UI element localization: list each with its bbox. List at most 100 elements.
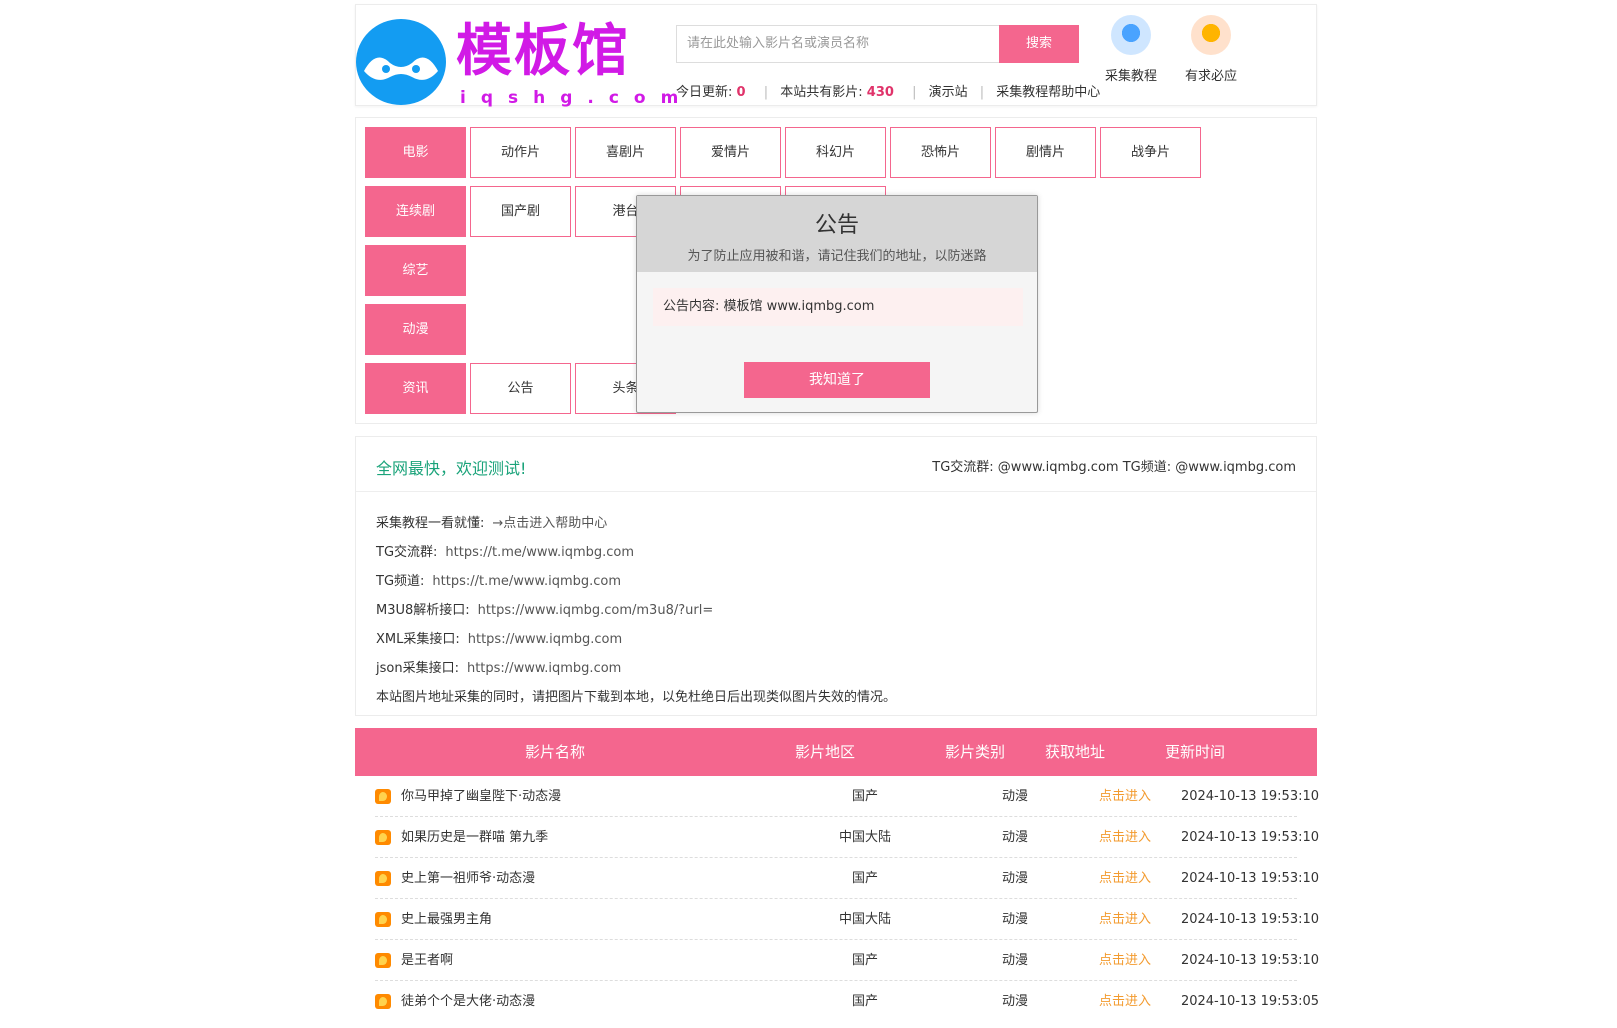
request-label: 有求必应 <box>1184 69 1237 84</box>
movie-type: 动漫 <box>1001 994 1028 1009</box>
notice-lines: 采集教程一看就懂: →点击进入帮助中心 TG交流群: https://t.me/ww… <box>376 509 896 712</box>
movie-type: 动漫 <box>1001 871 1028 886</box>
nav-item-romance[interactable]: 爱情片 <box>680 127 781 178</box>
movie-type: 动漫 <box>1001 912 1028 927</box>
update-time: 2024-10-13 19:53:10 <box>1180 871 1320 886</box>
movie-name-link[interactable]: 是王者啊 <box>401 940 453 981</box>
column-header-time: 更新时间 <box>1164 743 1225 761</box>
hot-icon <box>375 871 391 886</box>
notice-label: json采集接口: <box>376 661 459 676</box>
movie-type: 动漫 <box>1001 953 1028 968</box>
modal-title: 公告 <box>814 213 859 238</box>
notice-label: TG交流群: <box>376 545 438 560</box>
help-center-link[interactable]: →点击进入帮助中心 <box>492 516 607 531</box>
column-header-name: 影片名称 <box>524 743 585 761</box>
movie-area: 中国大陆 <box>838 912 891 927</box>
lightbulb-icon <box>1111 15 1151 55</box>
nav-category-series[interactable]: 连续剧 <box>365 186 466 237</box>
demo-site-link[interactable]: 演示站 <box>929 85 968 100</box>
nav-item-action[interactable]: 动作片 <box>470 127 571 178</box>
notice-line: json采集接口: https://www.iqmbg.com <box>376 654 896 683</box>
search-input[interactable]: 请在此处输入影片名或演员名称 <box>676 25 999 63</box>
update-time: 2024-10-13 19:53:10 <box>1180 830 1320 845</box>
table-row: 如果历史是一群喵 第九季 中国大陆 动漫 点击进入 2024-10-13 19:… <box>375 817 1319 858</box>
divider: | <box>912 85 917 100</box>
today-update-label: 今日更新: <box>676 85 733 100</box>
logo-mascot-icon <box>356 19 446 105</box>
nav-category-anime[interactable]: 动漫 <box>365 304 466 355</box>
column-header-link: 获取地址 <box>1044 743 1105 761</box>
request-link[interactable]: 有求必应 <box>1176 15 1246 84</box>
modal-subtitle: 为了防止应用被和谐，请记住我们的地址，以防迷路 <box>687 249 987 264</box>
acknowledge-button[interactable]: 我知道了 <box>744 362 930 398</box>
movie-name-link[interactable]: 如果历史是一群喵 第九季 <box>401 817 548 858</box>
movie-area: 国产 <box>851 789 878 804</box>
table-row: 你马甲掉了幽皇陛下·动态漫 国产 动漫 点击进入 2024-10-13 19:5… <box>375 776 1319 817</box>
update-time: 2024-10-13 19:53:10 <box>1180 912 1320 927</box>
movie-name-link[interactable]: 徒弟个个是大佬·动态漫 <box>401 981 535 1022</box>
update-time: 2024-10-13 19:53:10 <box>1180 953 1320 968</box>
notice-label: 本站图片地址采集的同时，请把图片下载到本地，以免杜绝日后出现类似图片失效的情况。 <box>376 690 897 705</box>
chat-bubble-icon <box>1191 15 1231 55</box>
movie-table: 影片名称 影片地区 影片类别 获取地址 更新时间 你马甲掉了幽皇陛下·动态漫 国… <box>355 728 1319 1028</box>
notice-value: https://www.iqmbg.com/m3u8/?url= <box>477 603 714 618</box>
notice-line: TG交流群: https://t.me/www.iqmbg.com <box>376 538 896 567</box>
notice-value: https://www.iqmbg.com <box>466 661 622 676</box>
nav-item-announcement[interactable]: 公告 <box>470 363 571 414</box>
search-button[interactable]: 搜索 <box>999 25 1079 63</box>
movie-type: 动漫 <box>1001 830 1028 845</box>
nav-item-comedy[interactable]: 喜剧片 <box>575 127 676 178</box>
site-logo[interactable]: 模板馆 iqshg.com <box>356 19 678 109</box>
nav-item-war[interactable]: 战争片 <box>1100 127 1201 178</box>
today-update-count: 0 <box>736 85 746 100</box>
movie-name-link[interactable]: 你马甲掉了幽皇陛下·动态漫 <box>401 776 561 817</box>
tutorial-link[interactable]: 采集教程 <box>1096 15 1166 84</box>
notice-value: https://t.me/www.iqmbg.com <box>445 545 635 560</box>
movie-name-link[interactable]: 史上最强男主角 <box>401 899 492 940</box>
total-movies-count: 430 <box>866 85 894 100</box>
notice-label: M3U8解析接口: <box>376 603 470 618</box>
table-row: 是王者啊 国产 动漫 点击进入 2024-10-13 19:53:10 <box>375 940 1319 981</box>
update-time: 2024-10-13 19:53:10 <box>1180 789 1320 804</box>
notice-line: TG频道: https://t.me/www.iqmbg.com <box>376 567 896 596</box>
tutorial-label: 采集教程 <box>1104 69 1157 84</box>
table-row: 史上第一祖师爷·动态漫 国产 动漫 点击进入 2024-10-13 19:53:… <box>375 858 1319 899</box>
notice-tg-info: TG交流群: @www.iqmbg.com TG频道: @www.iqmbg.c… <box>932 460 1296 475</box>
movie-area: 国产 <box>851 994 878 1009</box>
divider: | <box>763 85 769 100</box>
notice-panel: 全网最快，欢迎测试! TG交流群: @www.iqmbg.com TG频道: @… <box>355 436 1317 716</box>
hot-icon <box>375 912 391 927</box>
modal-header: 公告 为了防止应用被和谐，请记住我们的地址，以防迷路 <box>637 196 1037 272</box>
notice-label: XML采集接口: <box>376 632 460 647</box>
movie-area: 中国大陆 <box>838 830 891 845</box>
notice-value: https://www.iqmbg.com <box>467 632 623 647</box>
table-row: 史上最强男主角 中国大陆 动漫 点击进入 2024-10-13 19:53:10 <box>375 899 1319 940</box>
hot-icon <box>375 789 391 804</box>
hot-icon <box>375 994 391 1009</box>
nav-item-drama[interactable]: 剧情片 <box>995 127 1096 178</box>
hot-icon <box>375 953 391 968</box>
movie-area: 国产 <box>851 871 878 886</box>
notice-value: https://t.me/www.iqmbg.com <box>432 574 622 589</box>
notice-label: TG频道: <box>376 574 425 589</box>
notice-header: 全网最快，欢迎测试! TG交流群: @www.iqmbg.com TG频道: @… <box>356 437 1316 492</box>
announcement-modal: 公告 为了防止应用被和谐，请记住我们的地址，以防迷路 公告内容: 模板馆 www… <box>636 195 1038 413</box>
nav-category-variety[interactable]: 综艺 <box>365 245 466 296</box>
notice-line: 本站图片地址采集的同时，请把图片下载到本地，以免杜绝日后出现类似图片失效的情况。 <box>376 683 896 712</box>
nav-item-horror[interactable]: 恐怖片 <box>890 127 991 178</box>
notice-line: XML采集接口: https://www.iqmbg.com <box>376 625 896 654</box>
nav-category-movie[interactable]: 电影 <box>365 127 466 178</box>
nav-item-scifi[interactable]: 科幻片 <box>785 127 886 178</box>
notice-line: M3U8解析接口: https://www.iqmbg.com/m3u8/?url… <box>376 596 896 625</box>
column-header-area: 影片地区 <box>794 743 855 761</box>
notice-line: 采集教程一看就懂: →点击进入帮助中心 <box>376 509 896 538</box>
notice-title: 全网最快，欢迎测试! <box>376 459 527 478</box>
logo-text: 模板馆 <box>456 19 630 84</box>
movie-name-link[interactable]: 史上第一祖师爷·动态漫 <box>401 858 535 899</box>
column-header-type: 影片类别 <box>944 743 1005 761</box>
help-center-link[interactable]: 采集教程帮助中心 <box>996 85 1100 100</box>
nav-category-news[interactable]: 资讯 <box>365 363 466 414</box>
nav-item-domestic[interactable]: 国产剧 <box>470 186 571 237</box>
notice-label: 采集教程一看就懂: <box>376 516 485 531</box>
table-header: 影片名称 影片地区 影片类别 获取地址 更新时间 <box>355 728 1317 776</box>
